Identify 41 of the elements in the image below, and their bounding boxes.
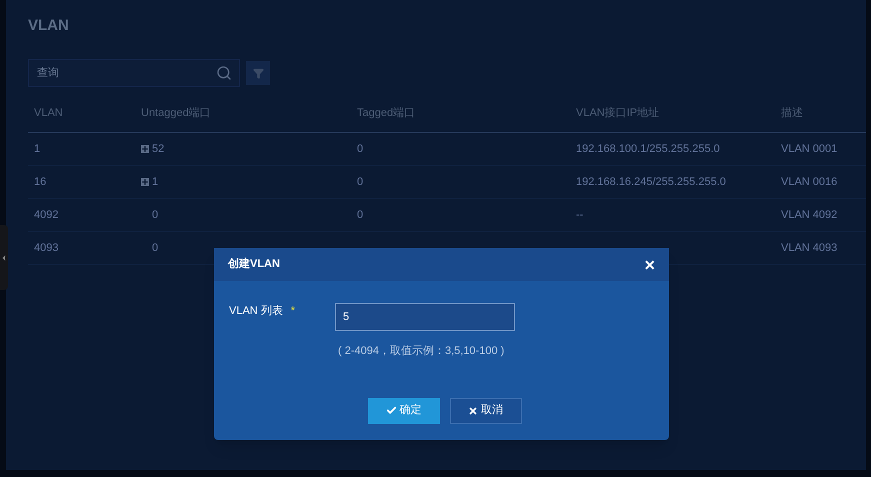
table-cell-text: -- xyxy=(576,208,584,223)
table-cell-text: 0 xyxy=(357,142,364,157)
table-cell-text: VLAN 4092 xyxy=(781,208,838,223)
close-icon xyxy=(468,406,478,416)
table-cell-text: 1 xyxy=(34,142,42,157)
close-button[interactable]: × xyxy=(644,256,655,274)
table-cell-text: 4092 xyxy=(34,208,60,223)
table-cell-text: 0 xyxy=(357,208,364,223)
table-cell-text: VLAN 0001 xyxy=(781,142,838,157)
table-cell-text: 192.168.16.245/255.255.255.0 xyxy=(576,174,727,190)
side-handle[interactable] xyxy=(0,225,8,290)
column-header: VLAN接口IP地址 xyxy=(576,106,660,121)
column-header: VLAN xyxy=(34,106,64,121)
table-cell-text: 52 xyxy=(152,142,164,157)
expand-icon[interactable] xyxy=(141,178,149,186)
column-header: Untagged端口 xyxy=(141,106,212,121)
field-label: VLAN 列表 xyxy=(229,304,283,319)
search-field[interactable]: 查询 xyxy=(28,59,240,87)
table-cell-text: VLAN 0016 xyxy=(781,174,838,190)
vlan-list-input[interactable]: 5 xyxy=(335,303,515,331)
column-header: 描述 xyxy=(781,106,804,121)
filter-button[interactable] xyxy=(246,61,270,85)
table-cell-text: 16 xyxy=(34,174,48,190)
table-cell-text: VLAN 4093 xyxy=(781,240,838,256)
required-mark: * xyxy=(290,304,296,319)
table-cell-text: 192.168.100.1/255.255.255.0 xyxy=(576,142,721,157)
filter-icon xyxy=(252,68,264,78)
page-title: VLAN xyxy=(28,16,70,36)
table-cell-text: 4093 xyxy=(34,240,60,256)
arrow-icon xyxy=(0,254,8,262)
dialog-title: 创建VLAN xyxy=(228,256,280,272)
expand-icon[interactable] xyxy=(141,145,149,153)
check-icon xyxy=(386,405,396,416)
table-cell-text: 1 xyxy=(152,174,158,190)
table-cell-text: 0 xyxy=(357,174,364,190)
column-header: Tagged端口 xyxy=(357,106,416,121)
table-cell-text: 0 xyxy=(152,208,158,223)
hint-text: ( 2-4094，取值示例：3,5,10-100 ) xyxy=(337,344,506,359)
table-cell-text: 0 xyxy=(152,240,158,256)
search-icon[interactable] xyxy=(216,65,232,81)
cancel-button[interactable]: 取消 xyxy=(450,398,522,424)
